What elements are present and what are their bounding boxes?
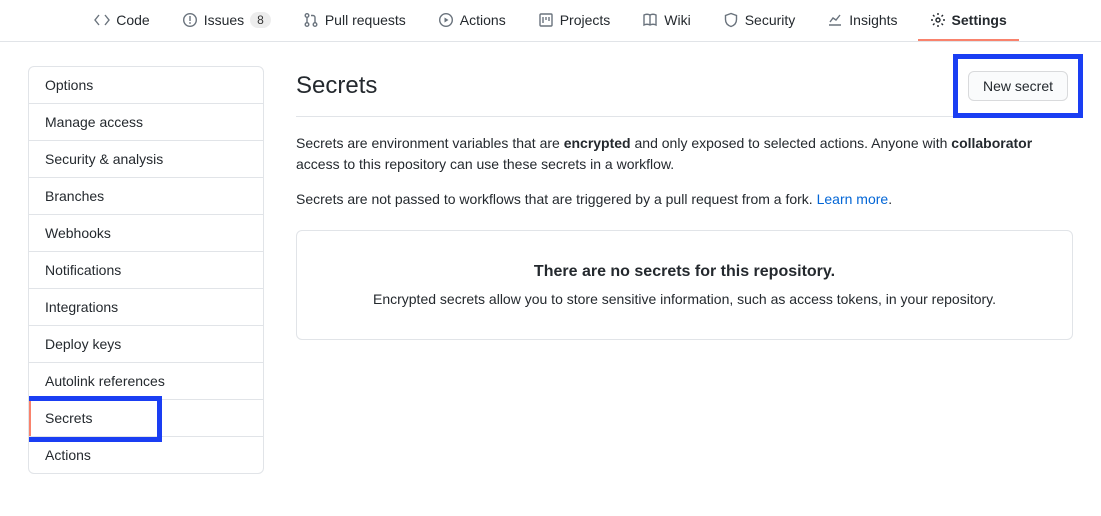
tab-label: Issues — [204, 12, 244, 28]
sidebar-item-deploy-keys[interactable]: Deploy keys — [29, 326, 263, 363]
project-icon — [538, 12, 554, 28]
book-icon — [642, 12, 658, 28]
tab-label: Pull requests — [325, 12, 406, 28]
tab-actions[interactable]: Actions — [426, 0, 518, 41]
play-icon — [438, 12, 454, 28]
tab-label: Code — [116, 12, 149, 28]
sidebar-item-actions[interactable]: Actions — [29, 437, 263, 473]
tab-security[interactable]: Security — [711, 0, 808, 41]
sidebar-item-label: Manage access — [45, 114, 143, 130]
issues-count: 8 — [250, 12, 271, 28]
empty-state-description: Encrypted secrets allow you to store sen… — [337, 291, 1032, 307]
sidebar-item-label: Autolink references — [45, 373, 165, 389]
sidebar-item-secrets[interactable]: Secrets — [29, 400, 263, 437]
page-title: Secrets — [296, 72, 377, 100]
sidebar-item-integrations[interactable]: Integrations — [29, 289, 263, 326]
learn-more-link[interactable]: Learn more — [817, 191, 889, 207]
button-label: New secret — [983, 78, 1053, 94]
tab-label: Projects — [560, 12, 611, 28]
tab-projects[interactable]: Projects — [526, 0, 623, 41]
sidebar-item-security-analysis[interactable]: Security & analysis — [29, 141, 263, 178]
tab-settings[interactable]: Settings — [918, 0, 1019, 41]
tab-wiki[interactable]: Wiki — [630, 0, 702, 41]
sidebar-item-notifications[interactable]: Notifications — [29, 252, 263, 289]
annotation-highlight: New secret — [953, 54, 1083, 118]
code-icon — [94, 12, 110, 28]
tab-label: Security — [745, 12, 796, 28]
pull-request-icon — [303, 12, 319, 28]
sidebar-item-manage-access[interactable]: Manage access — [29, 104, 263, 141]
sidebar-item-label: Branches — [45, 188, 104, 204]
sidebar-item-label: Webhooks — [45, 225, 111, 241]
sidebar-item-webhooks[interactable]: Webhooks — [29, 215, 263, 252]
repo-tabs: Code Issues 8 Pull requests Actions Proj… — [0, 0, 1101, 42]
graph-icon — [827, 12, 843, 28]
sidebar-item-branches[interactable]: Branches — [29, 178, 263, 215]
sidebar-item-autolink-references[interactable]: Autolink references — [29, 363, 263, 400]
settings-sidebar: Options Manage access Security & analysi… — [28, 66, 264, 474]
tab-label: Actions — [460, 12, 506, 28]
sidebar-item-label: Options — [45, 77, 93, 93]
sidebar-item-label: Security & analysis — [45, 151, 163, 167]
sidebar-item-label: Notifications — [45, 262, 121, 278]
tab-pull-requests[interactable]: Pull requests — [291, 0, 418, 41]
tab-label: Wiki — [664, 12, 690, 28]
empty-state: There are no secrets for this repository… — [296, 230, 1073, 340]
main-content: Secrets New secret Secrets are environme… — [296, 66, 1073, 340]
intro-paragraph-2: Secrets are not passed to workflows that… — [296, 189, 1073, 210]
empty-state-title: There are no secrets for this repository… — [337, 263, 1032, 281]
sidebar-item-label: Secrets — [45, 410, 92, 426]
tab-issues[interactable]: Issues 8 — [170, 0, 283, 41]
new-secret-button[interactable]: New secret — [968, 71, 1068, 101]
gear-icon — [930, 12, 946, 28]
tab-label: Settings — [952, 12, 1007, 28]
intro-paragraph-1: Secrets are environment variables that a… — [296, 133, 1073, 175]
sidebar-item-options[interactable]: Options — [29, 67, 263, 104]
issue-icon — [182, 12, 198, 28]
sidebar-item-label: Actions — [45, 447, 91, 463]
tab-code[interactable]: Code — [82, 0, 161, 41]
sidebar-item-label: Integrations — [45, 299, 118, 315]
sidebar-item-label: Deploy keys — [45, 336, 121, 352]
tab-insights[interactable]: Insights — [815, 0, 909, 41]
tab-label: Insights — [849, 12, 897, 28]
shield-icon — [723, 12, 739, 28]
